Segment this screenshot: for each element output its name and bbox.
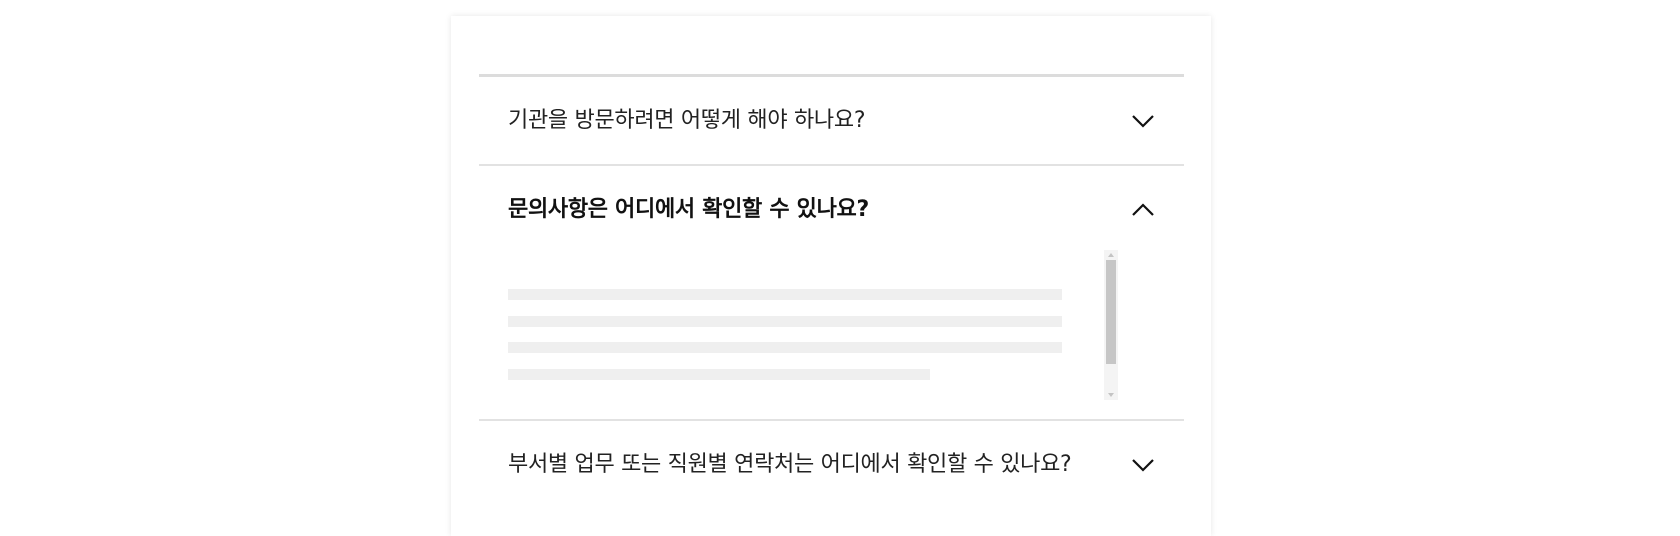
chevron-down-icon[interactable] [1132, 110, 1154, 132]
faq-item[interactable]: 문의사항은 어디에서 확인할 수 있나요? [479, 166, 1184, 421]
chevron-up-icon[interactable] [1132, 199, 1154, 221]
faq-answer-panel [479, 250, 1184, 419]
faq-item-header[interactable]: 부서별 업무 또는 직원별 연락처는 어디에서 확인할 수 있나요? [479, 421, 1184, 508]
scroll-up-arrow-icon[interactable] [1108, 253, 1114, 257]
faq-item-header[interactable]: 기관을 방문하려면 어떻게 해야 하나요? [479, 77, 1184, 164]
faq-question: 부서별 업무 또는 직원별 연락처는 어디에서 확인할 수 있나요? [508, 452, 1072, 477]
faq-question: 문의사항은 어디에서 확인할 수 있나요? [508, 197, 869, 222]
faq-question: 기관을 방문하려면 어떻게 해야 하나요? [508, 108, 866, 133]
faq-item-header[interactable]: 문의사항은 어디에서 확인할 수 있나요? [479, 166, 1184, 253]
scroll-thumb[interactable] [1106, 260, 1116, 364]
answer-placeholder-line [508, 342, 1062, 353]
scroll-down-arrow-icon[interactable] [1108, 393, 1114, 397]
faq-item[interactable]: 기관을 방문하려면 어떻게 해야 하나요? [479, 77, 1184, 166]
answer-scrollbar[interactable] [1104, 250, 1118, 400]
answer-placeholder-line [508, 316, 1062, 327]
faq-item[interactable]: 부서별 업무 또는 직원별 연락처는 어디에서 확인할 수 있나요? [479, 421, 1184, 508]
faq-accordion: 기관을 방문하려면 어떻게 해야 하나요? 문의사항은 어디에서 확인할 수 있… [479, 74, 1184, 508]
answer-placeholder-line [508, 289, 1062, 300]
answer-placeholder-line [508, 369, 930, 380]
chevron-down-icon[interactable] [1132, 454, 1154, 476]
faq-card: 기관을 방문하려면 어떻게 해야 하나요? 문의사항은 어디에서 확인할 수 있… [451, 16, 1211, 536]
